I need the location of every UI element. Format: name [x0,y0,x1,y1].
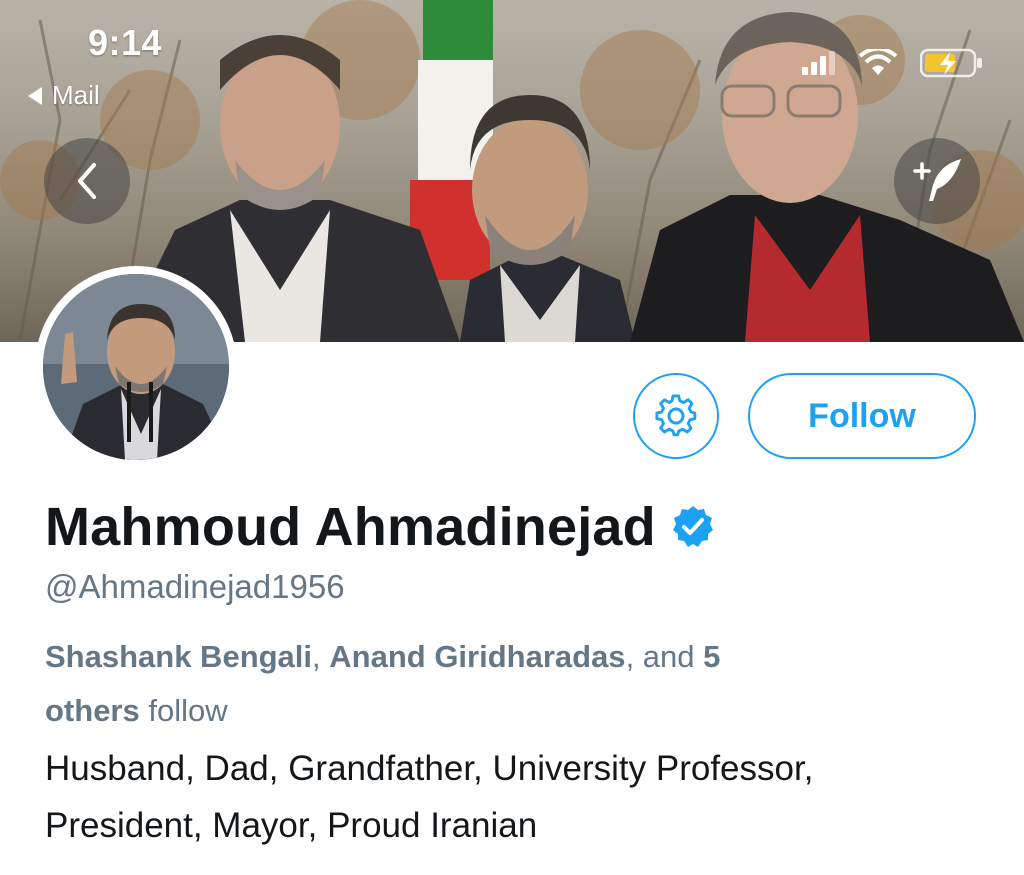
verified-badge-icon [672,506,713,547]
follower-name[interactable]: Shashank Bengali [45,639,312,674]
others-count: 5 [703,639,721,674]
add-to-list-button[interactable] [894,138,980,224]
settings-button[interactable] [633,373,719,459]
bio-line: President, Mayor, Proud Iranian [45,806,538,845]
battery-charging-icon [920,48,982,78]
follow-text: follow [139,693,228,728]
profile-handle: @Ahmadinejad1956 [45,568,345,605]
back-to-mail-link[interactable]: Mail [28,80,100,111]
followers-you-know[interactable]: Shashank Bengali, Anand Giridharadas, an… [45,630,865,738]
add-feather-icon [913,159,961,201]
wifi-icon [858,49,898,75]
profile-bio: Husband, Dad, Grandfather, University Pr… [45,740,1005,854]
chevron-left-icon [78,163,96,199]
follow-button[interactable]: Follow [748,373,976,459]
followers-separator: , [312,639,330,674]
status-time: 9:14 [88,22,163,63]
header-back-button[interactable] [44,138,130,224]
bio-line: Husband, Dad, Grandfather, University Pr… [45,749,814,788]
gear-icon [655,394,697,437]
cellular-signal-icon [802,51,835,75]
follower-name[interactable]: Anand Giridharadas [329,639,625,674]
status-indicators [802,48,984,78]
profile-avatar[interactable] [35,266,237,468]
display-name: Mahmoud Ahmadinejad [45,497,656,557]
others-word: others [45,693,140,728]
followers-and-text: , and [625,639,704,674]
name-row: Mahmoud Ahmadinejad [45,496,716,558]
back-app-label: Mail [52,80,100,110]
avatar-photo [43,274,229,460]
back-triangle-icon [28,86,42,105]
